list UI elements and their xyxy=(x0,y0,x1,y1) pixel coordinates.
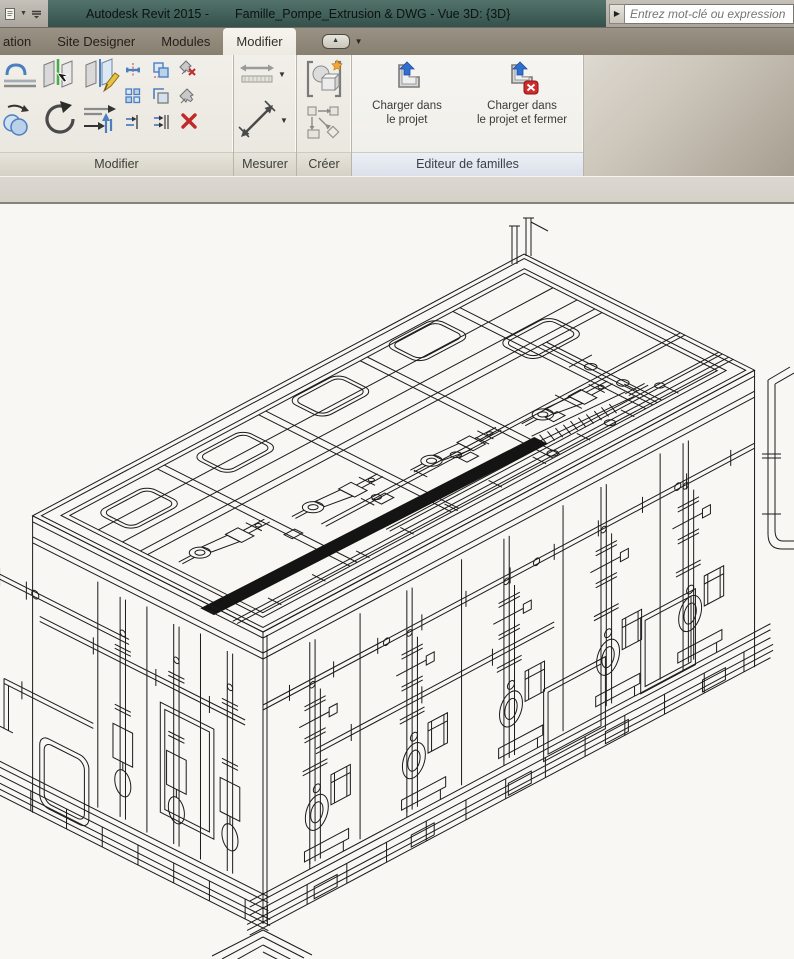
qat-customize-button[interactable] xyxy=(30,8,43,20)
tool-cut-geometry[interactable] xyxy=(40,57,78,95)
tool-trim-multiple[interactable] xyxy=(152,113,170,131)
tool-measure-linear[interactable]: ▼ xyxy=(239,61,286,87)
panel-label-modifier[interactable]: Modifier xyxy=(0,152,233,176)
ribbon-minimize-button[interactable]: ▲ xyxy=(321,34,350,49)
panel-mesurer: ▼ ▼ Mesurer xyxy=(234,55,297,176)
qat-tool-button[interactable] xyxy=(4,7,17,21)
measure-between-dropdown-caret: ▼ xyxy=(280,115,288,125)
load-button-label-line2: le projet xyxy=(386,114,428,126)
tool-measure-between[interactable]: ▼ xyxy=(237,99,288,141)
title-bar: ▼ Autodesk Revit 2015 - Famille_Pompe_Ex… xyxy=(0,0,794,28)
right-wall xyxy=(247,360,773,937)
tool-move[interactable] xyxy=(124,61,142,79)
measure-dropdown-caret: ▼ xyxy=(278,69,286,79)
load-into-project-and-close-button[interactable]: Charger dans le projet et fermer xyxy=(462,59,582,147)
panel-creer: Créer xyxy=(297,55,352,176)
load-close-button-label-line2: le projet et fermer xyxy=(476,114,568,126)
3d-view-canvas[interactable] xyxy=(0,204,794,959)
ribbon-empty-area xyxy=(584,55,794,176)
document-name: Famille_Pompe_Extrusion & DWG - Vue 3D: … xyxy=(235,6,511,21)
infocenter-search: ▶ xyxy=(606,0,794,27)
customize-toolbar-icon xyxy=(31,10,41,18)
tool-cope[interactable] xyxy=(2,59,38,95)
document-icon xyxy=(5,7,15,20)
3d-wireframe-drawing xyxy=(0,204,794,959)
tool-family-types[interactable] xyxy=(306,105,342,141)
load-into-project-button[interactable]: Charger dans le projet xyxy=(354,59,460,147)
panel-modifier: Modifier xyxy=(0,55,234,176)
tool-offset[interactable] xyxy=(82,99,120,137)
left-wall xyxy=(0,483,270,932)
qat-dropdown[interactable]: ▼ xyxy=(20,10,27,17)
tool-copy[interactable] xyxy=(152,61,170,79)
tool-trim[interactable] xyxy=(124,113,142,131)
window-title: Autodesk Revit 2015 - Famille_Pompe_Extr… xyxy=(48,0,606,27)
tool-join-geometry[interactable] xyxy=(82,57,120,95)
tab-modifier[interactable]: Modifier xyxy=(223,28,296,55)
tool-rotate[interactable] xyxy=(40,99,80,139)
load-close-button-label-line1: Charger dans xyxy=(487,100,557,112)
tool-array[interactable] xyxy=(124,87,142,105)
panel-label-mesurer[interactable]: Mesurer xyxy=(234,152,296,176)
ribbon-minimize-dropdown[interactable]: ▼ xyxy=(355,37,363,46)
panel-editeur-de-familles: Charger dans le projet Charger dans le pro… xyxy=(352,55,584,176)
tool-delete[interactable] xyxy=(179,111,199,131)
load-button-label-line1: Charger dans xyxy=(372,100,442,112)
tool-pin[interactable] xyxy=(179,87,197,105)
search-input[interactable] xyxy=(625,3,794,24)
tool-scale[interactable] xyxy=(152,87,170,105)
ribbon-state-toggle: ▲ ▼ xyxy=(321,28,363,55)
tool-create-group[interactable] xyxy=(304,58,344,100)
load-into-project-close-icon xyxy=(511,61,539,95)
revit-window: ▼ Autodesk Revit 2015 - Famille_Pompe_Ex… xyxy=(0,0,794,959)
load-into-project-icon xyxy=(398,61,420,88)
options-bar xyxy=(0,176,794,204)
search-expand-button[interactable]: ▶ xyxy=(609,3,625,24)
panel-label-editeur[interactable]: Editeur de familles xyxy=(352,152,583,176)
quick-access-toolbar: ▼ xyxy=(0,0,48,27)
panel-label-creer[interactable]: Créer xyxy=(297,152,351,176)
tab-modules[interactable]: Modules xyxy=(148,28,223,55)
tool-create-similar[interactable] xyxy=(0,101,36,137)
tool-unpin[interactable] xyxy=(179,59,197,77)
app-name: Autodesk Revit 2015 - xyxy=(86,6,209,21)
roof-plane xyxy=(26,254,755,636)
ribbon: Modifier ▼ ▼ Mesurer Créer Charger dans … xyxy=(0,55,794,176)
tab-site-designer[interactable]: Site Designer xyxy=(44,28,148,55)
tab-collaboration[interactable]: ation xyxy=(0,28,44,55)
ribbon-tab-bar: ation Site Designer Modules Modifier ▲ ▼ xyxy=(0,28,794,55)
